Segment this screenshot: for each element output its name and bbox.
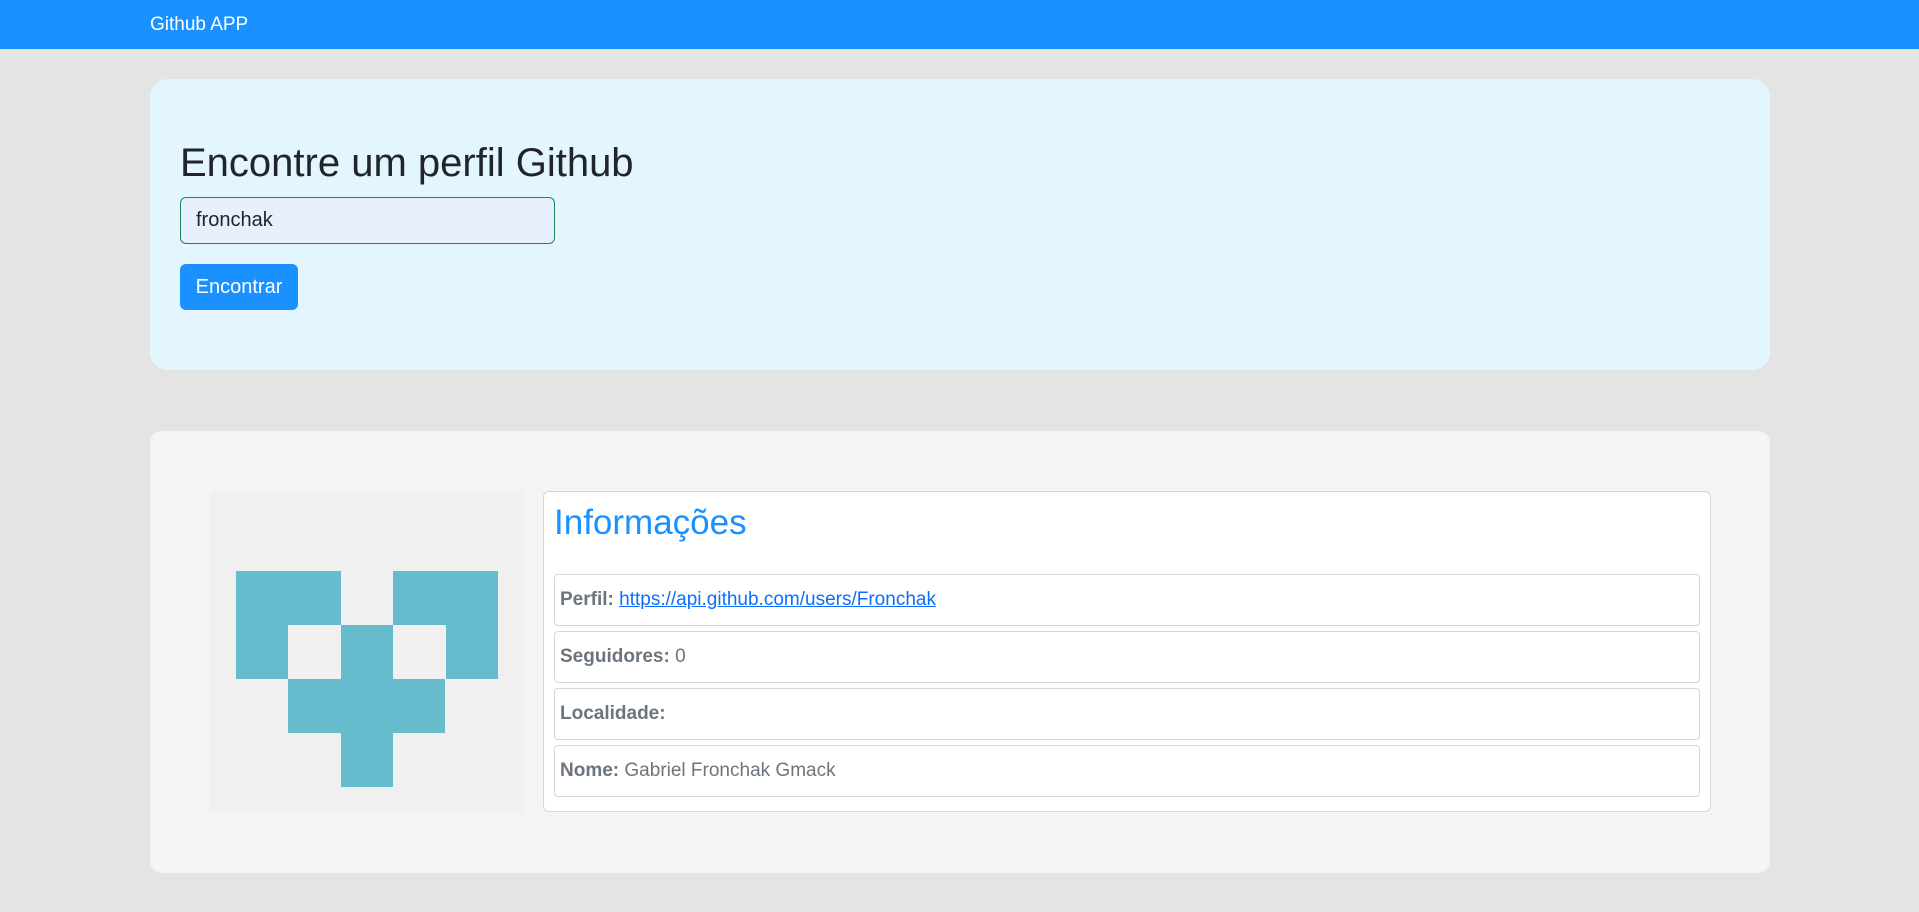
- avatar: [210, 491, 523, 812]
- search-card: Encontre um perfil Github Encontrar: [150, 79, 1770, 370]
- location-row: Localidade:: [554, 688, 1700, 740]
- location-label: Localidade:: [560, 703, 666, 724]
- info-panel: Informações Perfil: https://api.github.c…: [543, 491, 1711, 812]
- followers-value: 0: [675, 646, 686, 667]
- followers-label: Seguidores:: [560, 646, 676, 667]
- profile-url-link[interactable]: https://api.github.com/users/Fronchak: [619, 589, 936, 610]
- navbar: Github APP: [0, 0, 1919, 49]
- profile-url-row: Perfil: https://api.github.com/users/Fro…: [554, 574, 1700, 626]
- profile-card: Informações Perfil: https://api.github.c…: [150, 431, 1770, 873]
- info-title: Informações: [554, 503, 747, 542]
- find-profile-button[interactable]: Encontrar: [180, 264, 298, 310]
- search-title: Encontre um perfil Github: [180, 141, 634, 185]
- name-value: Gabriel Fronchak Gmack: [624, 760, 836, 781]
- followers-row: Seguidores: 0: [554, 631, 1700, 683]
- profile-url-label: Perfil:: [560, 589, 620, 610]
- name-row: Nome: Gabriel Fronchak Gmack: [554, 745, 1700, 797]
- name-label: Nome:: [560, 760, 625, 781]
- username-search-input[interactable]: [180, 197, 555, 244]
- app-brand-link[interactable]: Github APP: [150, 14, 248, 36]
- identicon-avatar-image: [236, 571, 498, 787]
